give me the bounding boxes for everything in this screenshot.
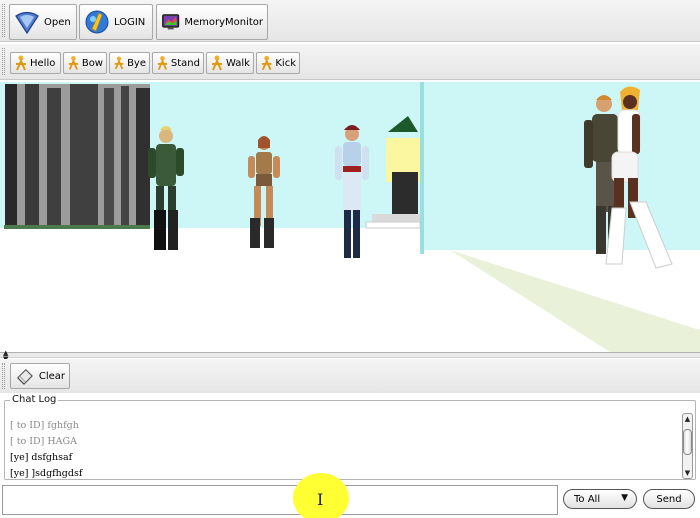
login-label: LOGIN bbox=[114, 16, 146, 28]
memory-monitor-button[interactable]: MemoryMonitor bbox=[156, 4, 268, 40]
open-button[interactable]: Open bbox=[9, 4, 77, 40]
walk-label: Walk bbox=[226, 57, 250, 69]
toolbar-grip[interactable] bbox=[2, 4, 5, 37]
bow-button[interactable]: Bow bbox=[63, 52, 107, 74]
3d-scene bbox=[0, 82, 700, 352]
kick-label: Kick bbox=[275, 57, 296, 69]
scroll-thumb[interactable] bbox=[683, 429, 692, 455]
person-icon bbox=[16, 55, 26, 71]
chat-log-scrollbar[interactable]: ▲ ▼ bbox=[682, 413, 693, 479]
stand-button[interactable]: Stand bbox=[152, 52, 204, 74]
open-icon bbox=[15, 11, 39, 35]
recipient-select[interactable]: To All ▼ bbox=[563, 489, 637, 509]
hello-button[interactable]: Hello bbox=[10, 52, 61, 74]
chat-log[interactable]: Chat Log [ to ID] fghfgh [ to ID] HAGA [… bbox=[4, 394, 696, 482]
stand-label: Stand bbox=[170, 57, 200, 69]
kick-button[interactable]: Kick bbox=[256, 52, 300, 74]
bow-label: Bow bbox=[81, 57, 103, 69]
dropdown-arrow-icon: ▼ bbox=[621, 493, 628, 503]
person-icon bbox=[157, 56, 168, 70]
person-icon bbox=[212, 55, 222, 71]
3d-viewport[interactable] bbox=[0, 82, 700, 352]
action-toolbar: Hello Bow Bye Stand Walk Kick bbox=[0, 44, 700, 80]
bye-label: Bye bbox=[127, 57, 146, 69]
chat-line: [ to ID] HAGA bbox=[10, 436, 77, 447]
bye-button[interactable]: Bye bbox=[109, 52, 150, 74]
send-button[interactable]: Send bbox=[643, 489, 695, 509]
send-label: Send bbox=[656, 493, 682, 505]
person-icon bbox=[114, 56, 124, 70]
memory-monitor-icon bbox=[162, 14, 180, 30]
login-icon bbox=[85, 10, 109, 34]
scroll-down-icon[interactable]: ▼ bbox=[683, 469, 692, 477]
hello-label: Hello bbox=[30, 57, 56, 69]
open-label: Open bbox=[44, 16, 71, 28]
main-toolbar: Open LOGIN MemoryMonitor bbox=[0, 0, 700, 42]
chat-toolbar: Clear bbox=[0, 359, 700, 393]
panel-splitter[interactable]: ▲▼ bbox=[0, 350, 700, 363]
scroll-up-icon[interactable]: ▲ bbox=[683, 415, 692, 423]
clear-label: Clear bbox=[38, 370, 65, 382]
login-button[interactable]: LOGIN bbox=[79, 4, 153, 40]
text-cursor-icon: I bbox=[317, 490, 324, 509]
walk-button[interactable]: Walk bbox=[206, 52, 254, 74]
recipient-select-value: To All bbox=[574, 493, 601, 505]
person-icon bbox=[261, 55, 272, 71]
clear-button[interactable]: Clear bbox=[10, 363, 70, 389]
eraser-icon bbox=[17, 368, 33, 385]
memory-monitor-label: MemoryMonitor bbox=[184, 16, 263, 28]
toolbar-grip[interactable] bbox=[2, 48, 5, 75]
toolbar-grip[interactable] bbox=[2, 363, 5, 389]
chat-line: [ye] dsfghsaf bbox=[10, 452, 73, 463]
chat-line: [ye] ]sdgfhgdsf bbox=[10, 468, 83, 479]
chat-log-title: Chat Log bbox=[10, 394, 59, 405]
chat-log-lines: [ to ID] fghfgh [ to ID] HAGA [ye] dsfgh… bbox=[10, 418, 82, 482]
chat-input[interactable] bbox=[2, 485, 558, 515]
chat-line: [ to ID] fghfgh bbox=[10, 420, 79, 431]
person-icon bbox=[68, 56, 78, 70]
